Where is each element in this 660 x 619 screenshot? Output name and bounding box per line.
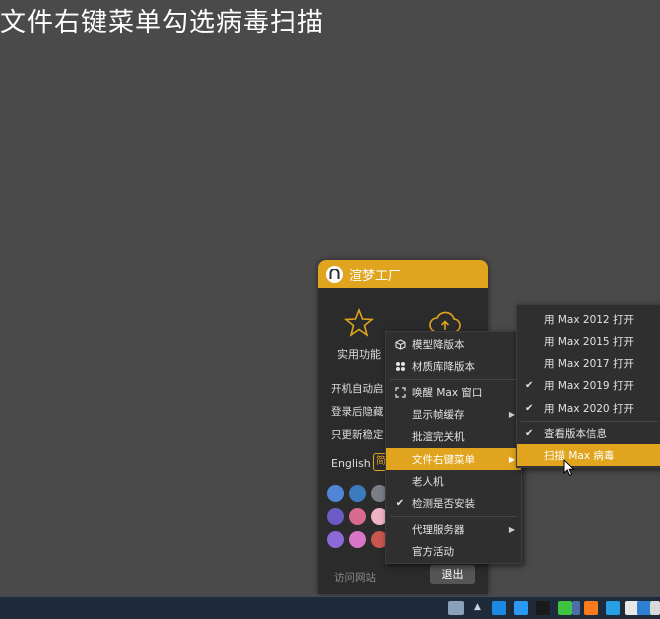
theme-swatch[interactable]	[327, 531, 344, 548]
wechat-icon[interactable]	[558, 601, 572, 615]
menu-item-label: 批渲完关机	[412, 430, 465, 443]
theme-swatch[interactable]	[327, 508, 344, 525]
check-icon: ✔	[525, 402, 534, 414]
app-logo-icon	[326, 265, 343, 283]
qq-penguin-icon[interactable]	[536, 601, 550, 615]
submenu-item-label: 用 Max 2017 打开	[544, 357, 634, 370]
menu-item-label: 官方活动	[412, 545, 454, 558]
grid-dots-icon	[394, 360, 406, 372]
cube-icon	[394, 338, 406, 350]
submenu-item-max-2015[interactable]: 用 Max 2015 打开	[517, 330, 660, 352]
menu-item-wake-max[interactable]: 唤醒 Max 窗口	[386, 381, 521, 403]
submenu-arrow-icon: ▶	[508, 409, 515, 419]
browser-icon[interactable]	[637, 601, 651, 615]
submenu-item-label: 用 Max 2012 打开	[544, 313, 634, 326]
app-title: 渲梦工厂	[349, 268, 402, 284]
menu-item-label: 唤醒 Max 窗口	[412, 386, 483, 399]
submenu-item-version-info[interactable]: ✔ 查看版本信息	[517, 422, 660, 444]
menu-separator	[390, 516, 517, 517]
check-icon: ✔	[395, 497, 405, 509]
menu-item-material-downgrade[interactable]: 材质库降版本	[386, 355, 521, 377]
option-autostart[interactable]: 开机自动启	[331, 381, 384, 396]
submenu-item-label: 用 Max 2020 打开	[544, 402, 634, 415]
menu-item-label: 老人机	[412, 475, 444, 488]
submenu-item-label: 查看版本信息	[544, 427, 607, 440]
expand-icon	[394, 386, 406, 398]
check-icon: ✔	[525, 427, 534, 439]
menu-item-old-machine[interactable]: 老人机	[386, 470, 521, 492]
submenu-item-max-2017[interactable]: 用 Max 2017 打开	[517, 352, 660, 374]
menu-item-official-events[interactable]: 官方活动	[386, 540, 521, 562]
menu-item-file-context-menu[interactable]: 文件右键菜单 ▶	[386, 448, 521, 470]
submenu-item-label: 用 Max 2019 打开	[544, 379, 634, 392]
app-header[interactable]: 渲梦工厂	[318, 260, 488, 288]
render-app-icon[interactable]	[584, 601, 598, 615]
network-icon[interactable]	[572, 601, 580, 615]
mouse-cursor-icon	[563, 459, 575, 477]
menu-item-label: 材质库降版本	[412, 360, 475, 373]
exit-button[interactable]: 退出	[430, 565, 475, 584]
screen-icon[interactable]	[650, 601, 660, 615]
theme-swatch[interactable]	[349, 485, 366, 502]
menu-item-shutdown-after-render[interactable]: 批渲完关机	[386, 425, 521, 447]
language-label: English	[331, 457, 371, 470]
option-hide-after-login[interactable]: 登录后隐藏	[331, 404, 384, 419]
menu-item-model-downgrade[interactable]: 模型降版本	[386, 333, 521, 355]
submenu-arrow-icon: ▶	[508, 454, 515, 464]
option-stable-updates[interactable]: 只更新稳定	[331, 427, 384, 442]
menu-item-label: 代理服务器	[412, 523, 465, 536]
submenu-item-scan-virus[interactable]: 扫描 Max 病毒	[517, 444, 660, 466]
submenu-item-label: 用 Max 2015 打开	[544, 335, 634, 348]
submenu-item-max-2019[interactable]: ✔ 用 Max 2019 打开	[517, 374, 660, 396]
file-context-submenu: 用 Max 2012 打开 用 Max 2015 打开 用 Max 2017 打…	[516, 304, 660, 468]
theme-swatch[interactable]	[327, 485, 344, 502]
menu-item-proxy-server[interactable]: 代理服务器 ▶	[386, 518, 521, 540]
submenu-item-max-2020[interactable]: ✔ 用 Max 2020 打开	[517, 397, 660, 419]
feature-useful-tools[interactable]: 实用功能	[324, 307, 394, 362]
submenu-item-label: 扫描 Max 病毒	[544, 449, 615, 462]
check-icon: ✔	[525, 379, 534, 391]
menu-item-check-install[interactable]: ✔ 检测是否安装	[386, 492, 521, 514]
visit-website-link[interactable]: 访问网站	[334, 570, 376, 585]
menu-item-label: 检测是否安装	[412, 497, 475, 510]
menu-item-label: 模型降版本	[412, 338, 465, 351]
star-icon	[343, 307, 375, 337]
page-title: 文件右键菜单勾选病毒扫描	[0, 8, 325, 38]
feature-label: 实用功能	[337, 348, 381, 361]
submenu-arrow-icon: ▶	[508, 524, 515, 534]
submenu-item-max-2012[interactable]: 用 Max 2012 打开	[517, 308, 660, 330]
theme-swatch[interactable]	[349, 508, 366, 525]
monitor-app-icon[interactable]	[606, 601, 620, 615]
tray-expand-icon[interactable]: ▲	[474, 602, 481, 612]
menu-item-label: 文件右键菜单	[412, 453, 475, 466]
menu-item-label: 显示帧缓存	[412, 408, 465, 421]
star-app-icon[interactable]	[514, 601, 528, 615]
keyboard-icon[interactable]	[448, 601, 464, 615]
menu-item-frame-buffer[interactable]: 显示帧缓存 ▶	[386, 403, 521, 425]
shield-icon[interactable]	[492, 601, 506, 615]
menu-separator	[390, 379, 517, 380]
context-menu: 模型降版本 材质库降版本 唤醒 Max 窗口 显示帧缓存 ▶ 批渲完关机 文件右…	[385, 331, 522, 564]
theme-swatch[interactable]	[349, 531, 366, 548]
taskbar: ▲	[0, 596, 660, 619]
